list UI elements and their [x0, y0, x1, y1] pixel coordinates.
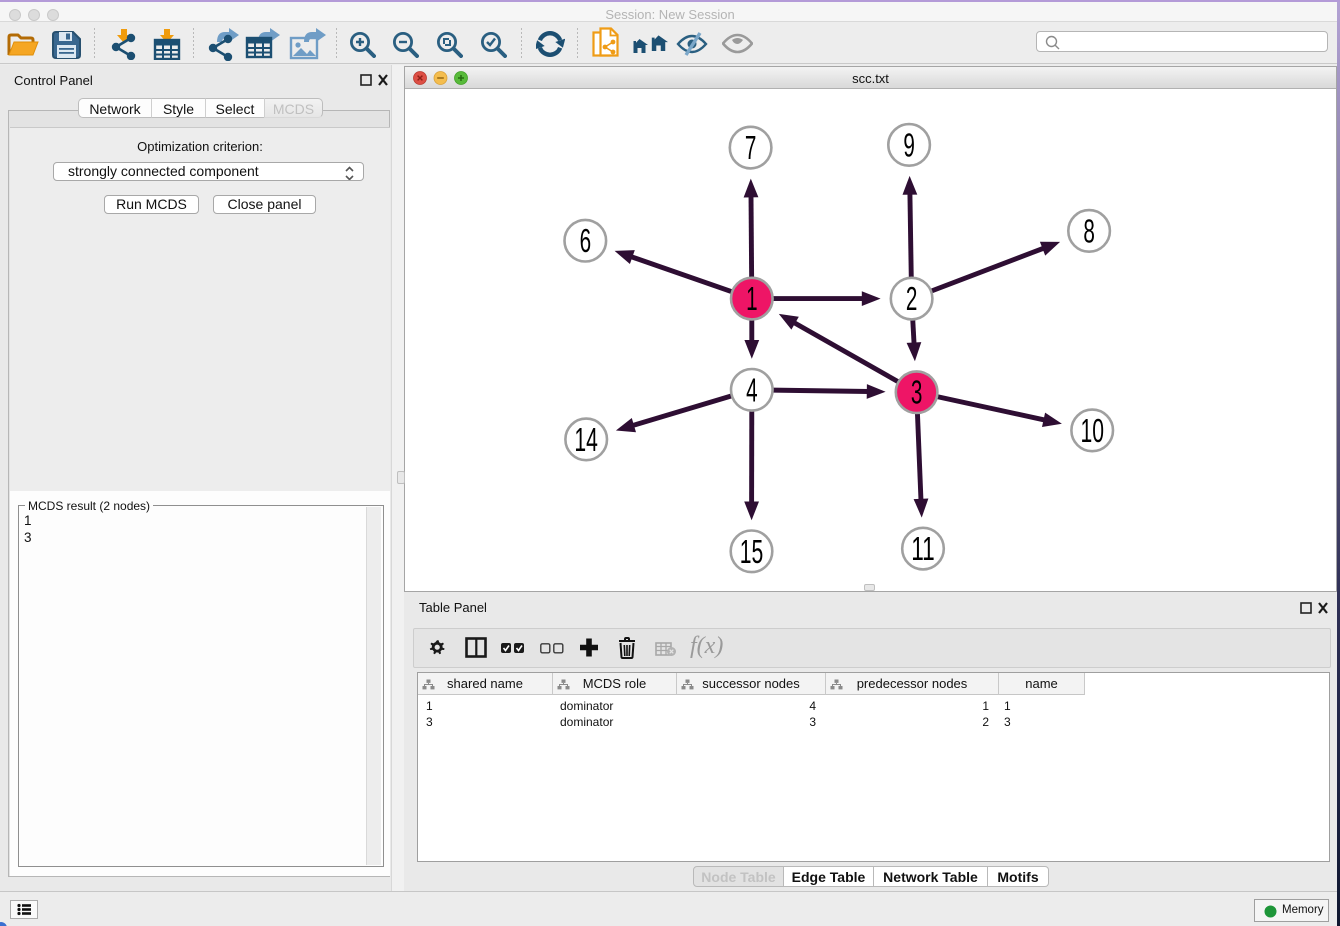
svg-text:14: 14: [574, 421, 598, 458]
svg-text:7: 7: [745, 129, 757, 166]
svg-text:8: 8: [1083, 212, 1095, 249]
svg-text:9: 9: [903, 126, 915, 163]
svg-text:11: 11: [911, 530, 935, 567]
svg-text:1: 1: [746, 280, 758, 317]
svg-text:2: 2: [906, 280, 918, 317]
svg-text:10: 10: [1081, 412, 1105, 449]
svg-text:3: 3: [911, 374, 923, 411]
svg-text:6: 6: [580, 222, 592, 259]
svg-text:15: 15: [740, 533, 764, 570]
svg-text:4: 4: [746, 371, 758, 408]
